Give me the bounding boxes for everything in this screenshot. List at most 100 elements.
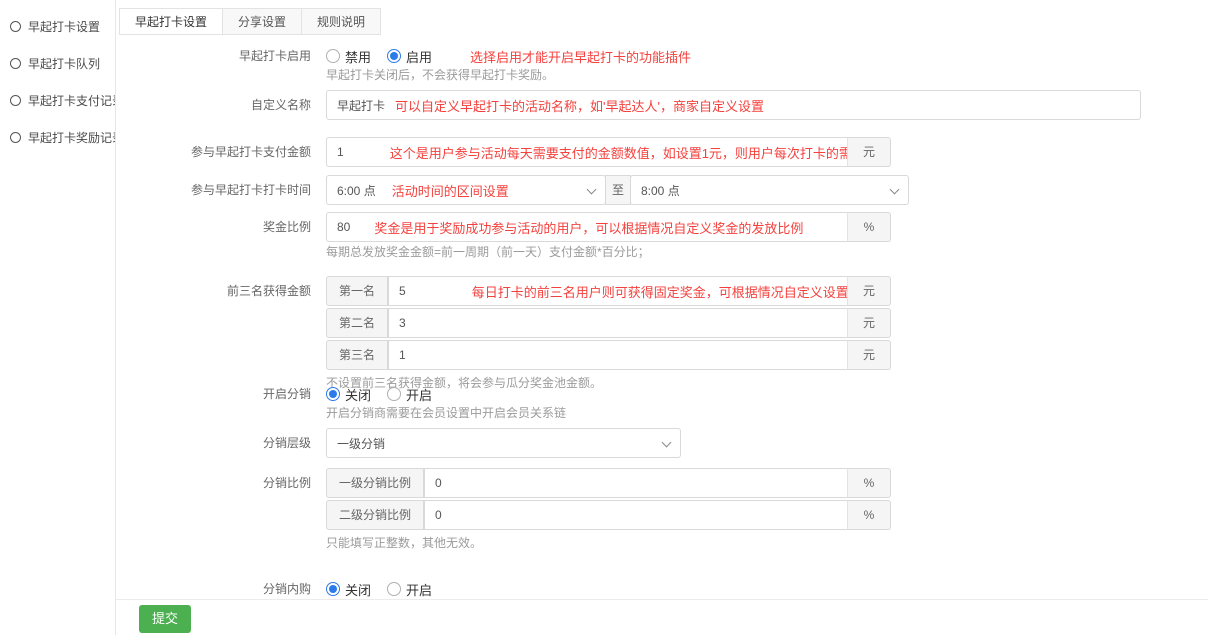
- top3-third-input[interactable]: 1: [388, 340, 848, 370]
- radio-unchecked-icon[interactable]: [387, 387, 401, 401]
- distribution-helper-text: 开启分销商需要在会员设置中开启会员关系链: [326, 404, 566, 421]
- radio-checked-icon[interactable]: [326, 582, 340, 596]
- level1-ratio-group: 一级分销比例 0 %: [326, 468, 891, 498]
- circle-icon: [10, 132, 21, 143]
- submit-button[interactable]: 提交: [139, 605, 191, 633]
- bonus-ratio-input[interactable]: 80 奖金是用于奖励成功参与活动的用户，可以根据情况自定义奖金的发放比例: [326, 212, 848, 242]
- pay-amount-input[interactable]: 1 这个是用户参与活动每天需要支付的金额数值，如设置1元，则用户每次打卡的需要支…: [326, 137, 848, 167]
- field-note: 可以自定义早起打卡的活动名称，如'早起达人'，商家自定义设置: [395, 96, 764, 115]
- form-row-ratios: 分销比例 一级分销比例 0 % 二级分销比例 0 %: [116, 468, 1208, 532]
- unit-suffix: %: [847, 212, 891, 242]
- select-value: 8:00 点: [641, 182, 680, 199]
- form-row-top3: 前三名获得金额 第一名 5 每日打卡的前三名用户则可获得固定奖金，可根据情况自定…: [116, 276, 1208, 372]
- time-range-group: 6:00 点 活动时间的区间设置 至 8:00 点: [326, 175, 909, 205]
- radio-option-on[interactable]: 开启: [387, 385, 432, 404]
- pay-amount-group: 1 这个是用户参与活动每天需要支付的金额数值，如设置1元，则用户每次打卡的需要支…: [326, 137, 891, 167]
- input-value: 1: [337, 145, 344, 159]
- top3-third-group: 第三名 1 元: [326, 340, 891, 370]
- radio-option-off[interactable]: 关闭: [326, 385, 371, 404]
- tab-share-settings[interactable]: 分享设置: [222, 8, 302, 35]
- level2-ratio-input[interactable]: 0: [424, 500, 848, 530]
- tab-checkin-settings[interactable]: 早起打卡设置: [119, 8, 223, 35]
- rank-addon: 第三名: [326, 340, 388, 370]
- field-label: 参与早起打卡打卡时间: [116, 175, 326, 205]
- unit-suffix: 元: [847, 340, 891, 370]
- unit-suffix: 元: [847, 308, 891, 338]
- field-label: 自定义名称: [116, 90, 326, 120]
- ratios-stack: 一级分销比例 0 % 二级分销比例 0 %: [326, 468, 891, 532]
- top3-first-group: 第一名 5 每日打卡的前三名用户则可获得固定奖金，可根据情况自定义设置 元: [326, 276, 891, 306]
- sidebar-item-reward-records[interactable]: 早起打卡奖励记录: [0, 119, 115, 156]
- input-value: 1: [399, 348, 406, 362]
- field-label: 前三名获得金额: [116, 276, 326, 306]
- form-row-enable: 早起打卡启用 禁用 启用 选择启用才能开启早起打卡的功能插件: [116, 41, 1208, 71]
- start-time-select[interactable]: 6:00 点 活动时间的区间设置: [326, 175, 606, 205]
- input-value: 0: [435, 508, 442, 522]
- top3-second-group: 第二名 3 元: [326, 308, 891, 338]
- main-content: 早起打卡设置 分享设置 规则说明 早起打卡启用 禁用 启用 选择启用才能开启早起…: [115, 0, 1208, 635]
- input-value: 3: [399, 316, 406, 330]
- bonus-ratio-group: 80 奖金是用于奖励成功参与活动的用户，可以根据情况自定义奖金的发放比例 %: [326, 212, 891, 242]
- select-value: 一级分销: [337, 435, 385, 452]
- radio-option-disable[interactable]: 禁用: [326, 47, 371, 66]
- enable-helper-text: 早起打卡关闭后，不会获得早起打卡奖励。: [326, 66, 554, 83]
- circle-icon: [10, 58, 21, 69]
- radio-checked-icon[interactable]: [326, 387, 340, 401]
- field-label: 早起打卡启用: [116, 41, 326, 71]
- unit-suffix: 元: [847, 137, 891, 167]
- input-value: 80: [337, 220, 350, 234]
- input-value: 早起打卡: [337, 97, 385, 114]
- field-label: 分销层级: [116, 428, 326, 458]
- radio-checked-icon[interactable]: [387, 49, 401, 63]
- top3-first-input[interactable]: 5 每日打卡的前三名用户则可获得固定奖金，可根据情况自定义设置: [388, 276, 848, 306]
- sidebar-item-payment-records[interactable]: 早起打卡支付记录: [0, 82, 115, 119]
- field-note: 活动时间的区间设置: [392, 181, 509, 200]
- radio-unchecked-icon[interactable]: [326, 49, 340, 63]
- top3-stack: 第一名 5 每日打卡的前三名用户则可获得固定奖金，可根据情况自定义设置 元 第二…: [326, 276, 891, 372]
- ratio-addon: 一级分销比例: [326, 468, 424, 498]
- ratio-addon: 二级分销比例: [326, 500, 424, 530]
- sidebar-item-label: 早起打卡支付记录: [28, 92, 115, 109]
- unit-suffix: 元: [847, 276, 891, 306]
- form-row-distribution: 开启分销 关闭 开启: [116, 379, 1208, 409]
- sidebar-item-label: 早起打卡队列: [28, 55, 100, 72]
- form-row-bonus-ratio: 奖金比例 80 奖金是用于奖励成功参与活动的用户，可以根据情况自定义奖金的发放比…: [116, 212, 1208, 242]
- radio-option-enable[interactable]: 启用: [387, 47, 432, 66]
- radio-option-off[interactable]: 关闭: [326, 580, 371, 599]
- sidebar: 早起打卡设置 早起打卡队列 早起打卡支付记录 早起打卡奖励记录: [0, 0, 115, 635]
- field-label: 参与早起打卡支付金额: [116, 137, 326, 167]
- sidebar-item-label: 早起打卡奖励记录: [28, 129, 115, 146]
- top3-second-input[interactable]: 3: [388, 308, 848, 338]
- level1-ratio-input[interactable]: 0: [424, 468, 848, 498]
- circle-icon: [10, 95, 21, 106]
- bonus-ratio-helper-text: 每期总发放奖金金额=前一周期（前一天）支付金额*百分比；: [326, 243, 650, 260]
- radio-label: 关闭: [345, 580, 371, 599]
- radio-option-on[interactable]: 开启: [387, 580, 432, 599]
- form-row-time-range: 参与早起打卡打卡时间 6:00 点 活动时间的区间设置 至 8:00 点: [116, 175, 1208, 205]
- field-note: 奖金是用于奖励成功参与活动的用户，可以根据情况自定义奖金的发放比例: [374, 218, 803, 237]
- field-label: 分销比例: [116, 468, 326, 498]
- sidebar-item-checkin-settings[interactable]: 早起打卡设置: [0, 8, 115, 45]
- radio-label: 开启: [406, 580, 432, 599]
- end-time-select[interactable]: 8:00 点: [630, 175, 909, 205]
- tab-rules[interactable]: 规则说明: [301, 8, 381, 35]
- tab-bar: 早起打卡设置 分享设置 规则说明: [119, 8, 381, 35]
- radio-label: 启用: [406, 47, 432, 66]
- chevron-down-icon: [890, 185, 900, 195]
- unit-suffix: %: [847, 500, 891, 530]
- footer-divider: [116, 599, 1208, 600]
- field-label: 奖金比例: [116, 212, 326, 242]
- custom-name-input[interactable]: 早起打卡 可以自定义早起打卡的活动名称，如'早起达人'，商家自定义设置: [326, 90, 1141, 120]
- sidebar-item-checkin-queue[interactable]: 早起打卡队列: [0, 45, 115, 82]
- select-value: 6:00 点: [337, 182, 376, 199]
- time-range-separator: 至: [605, 175, 631, 205]
- input-value: 5: [399, 284, 406, 298]
- ratios-helper-text: 只能填写正整数，其他无效。: [326, 534, 482, 551]
- radio-label: 开启: [406, 385, 432, 404]
- radio-unchecked-icon[interactable]: [387, 582, 401, 596]
- unit-suffix: %: [847, 468, 891, 498]
- level-select[interactable]: 一级分销: [326, 428, 681, 458]
- input-value: 0: [435, 476, 442, 490]
- rank-addon: 第二名: [326, 308, 388, 338]
- field-note: 每日打卡的前三名用户则可获得固定奖金，可根据情况自定义设置: [472, 282, 848, 301]
